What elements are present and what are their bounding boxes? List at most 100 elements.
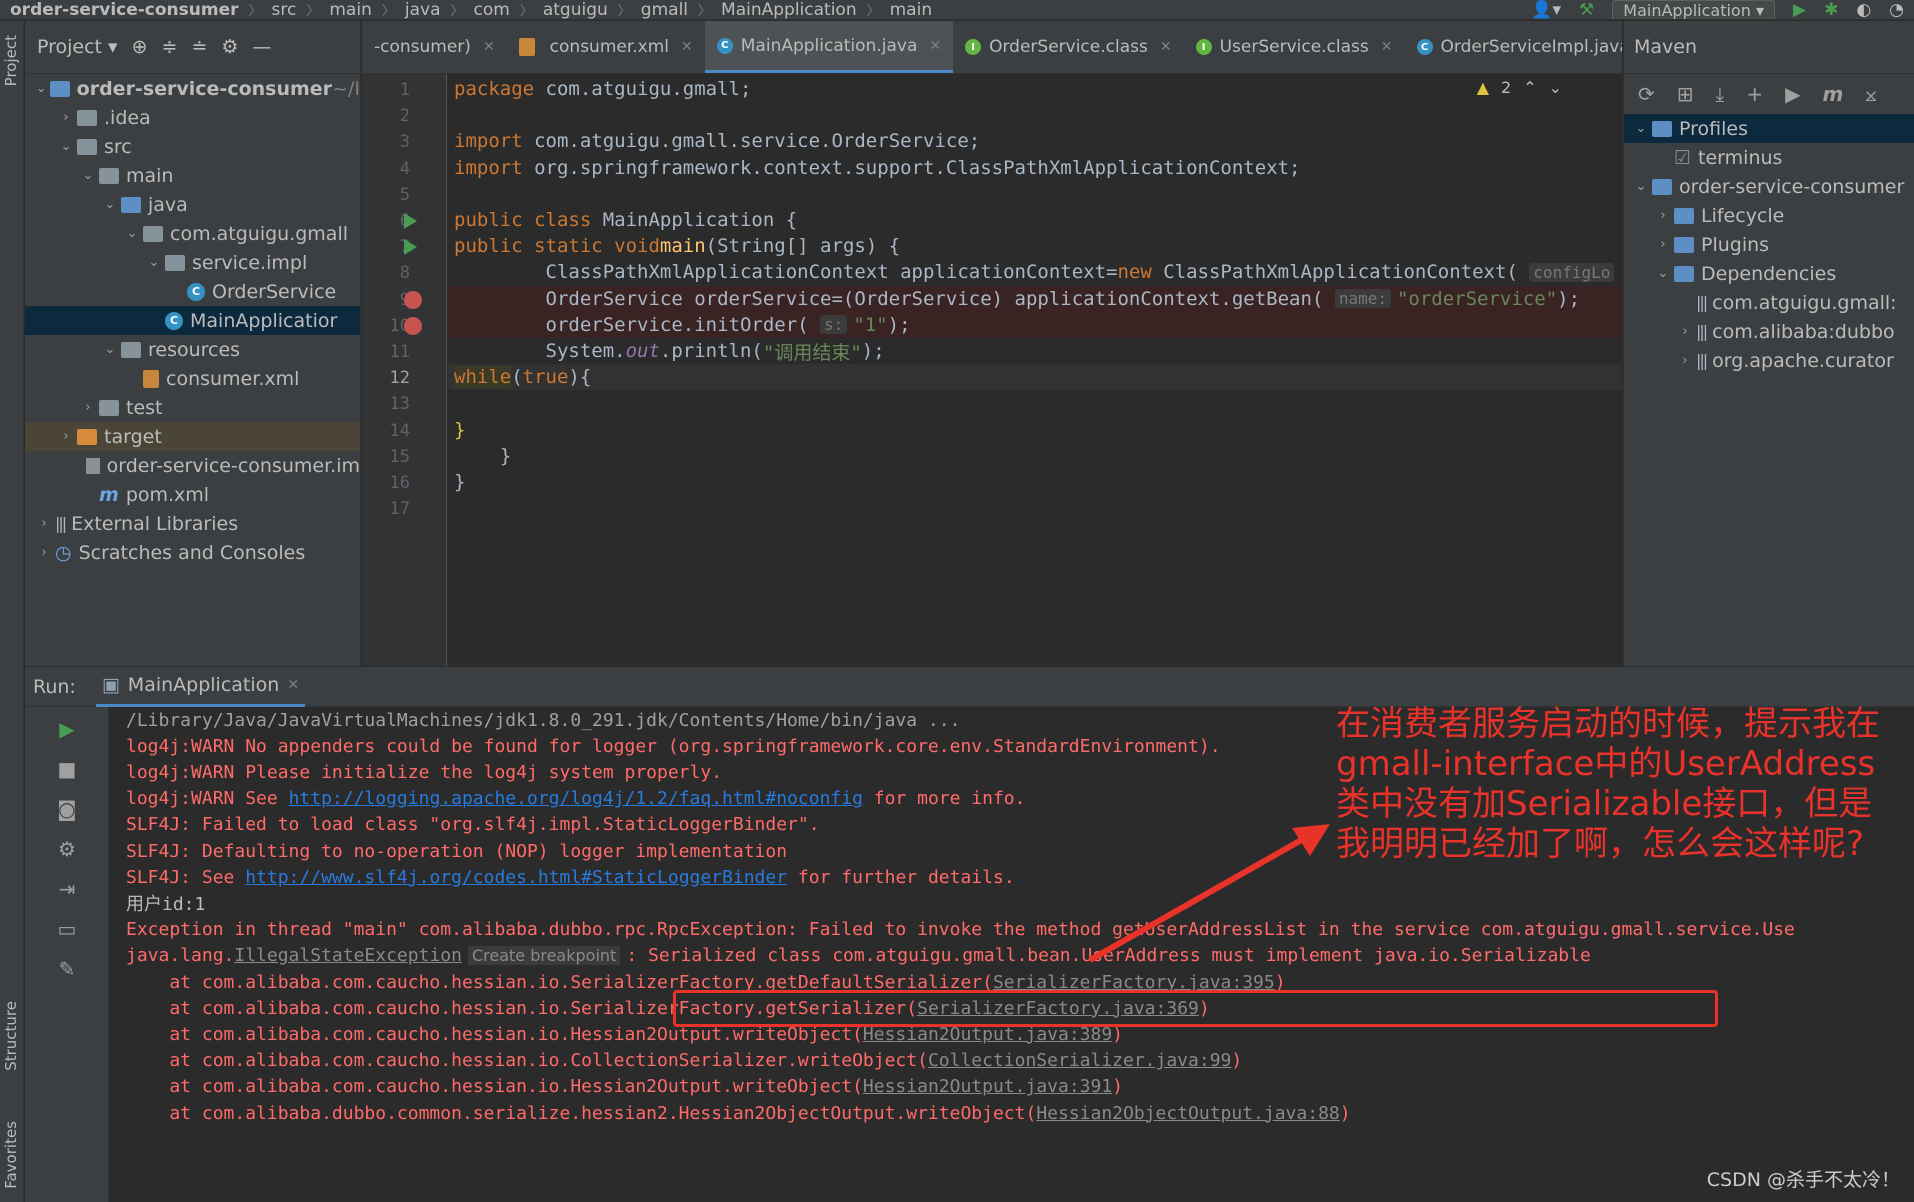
chevron-down-icon[interactable]: ⌄ xyxy=(1630,179,1652,194)
maven-tree-item[interactable]: › ||| com.alibaba:dubbo xyxy=(1624,317,1914,346)
favorites-tool-tab[interactable]: Favorites xyxy=(2,1121,20,1189)
maven-tree-item[interactable]: ☑ terminus xyxy=(1624,143,1914,172)
chevron-right-icon[interactable]: › xyxy=(1652,208,1674,223)
tree-item[interactable]: › ◷ Scratches and Consoles xyxy=(25,538,360,567)
tree-item[interactable]: ⌄ src xyxy=(25,132,360,161)
chevron-right-icon[interactable]: › xyxy=(33,545,55,560)
breadcrumb-item[interactable]: order-service-consumer xyxy=(10,0,239,19)
chevron-down-icon[interactable]: ⌄ xyxy=(1630,121,1652,136)
add-folder-icon[interactable]: ⊞ xyxy=(1677,82,1694,106)
checkbox-icon[interactable]: ☑ xyxy=(1674,147,1691,169)
chevron-down-icon[interactable]: ⌄ xyxy=(143,255,165,270)
close-icon[interactable]: ✕ xyxy=(287,677,299,693)
gear-icon[interactable]: ⚙ xyxy=(221,36,238,58)
build-icon[interactable]: ⚒ xyxy=(1579,0,1594,19)
chevron-right-icon[interactable]: › xyxy=(77,400,99,415)
tree-item[interactable]: › test xyxy=(25,393,360,422)
tree-item[interactable]: › target xyxy=(25,422,360,451)
breadcrumb-item[interactable]: atguigu xyxy=(543,0,608,19)
stop-icon[interactable]: ■ xyxy=(25,757,109,781)
run-tab[interactable]: ▣ MainApplication ✕ xyxy=(95,667,306,707)
editor-tab[interactable]: COrderServiceImpl.java✕ xyxy=(1405,21,1622,73)
chevron-down-icon[interactable]: ⌄ xyxy=(99,342,121,357)
tree-item[interactable]: ⌄ order-service-consumer ~/I xyxy=(25,74,360,103)
chevron-down-icon[interactable]: ⌄ xyxy=(121,226,143,241)
chevron-right-icon[interactable]: › xyxy=(55,429,77,444)
pin-icon[interactable]: ✎ xyxy=(25,957,109,981)
collapse-all-icon[interactable]: ≐ xyxy=(191,36,207,58)
close-icon[interactable]: ✕ xyxy=(681,39,693,55)
chevron-right-icon[interactable]: › xyxy=(1652,237,1674,252)
close-icon[interactable]: ✕ xyxy=(483,39,495,55)
run-configuration-selector[interactable]: MainApplication ▾ xyxy=(1612,0,1775,19)
editor-tab[interactable]: I UserService.class ✕ xyxy=(1184,21,1405,73)
layout-icon[interactable]: ▭ xyxy=(25,917,109,941)
settings-icon[interactable]: ⚙ xyxy=(25,837,109,861)
maven-tree-item[interactable]: ||| com.atguigu.gmall: xyxy=(1624,288,1914,317)
chevron-right-icon[interactable]: › xyxy=(55,110,77,125)
locate-icon[interactable]: ⊕ xyxy=(132,36,148,58)
editor-tab[interactable]: consumer.xml ✕ xyxy=(507,21,705,73)
breadcrumb-item[interactable]: src xyxy=(272,0,297,19)
tree-item[interactable]: ⌄ service.impl xyxy=(25,248,360,277)
chevron-down-icon[interactable]: ⌄ xyxy=(77,168,99,183)
coverage-icon[interactable]: ◐ xyxy=(1856,0,1871,19)
project-tool-tab[interactable]: Project xyxy=(2,35,20,86)
tree-item[interactable]: C MainApplicatior xyxy=(25,306,360,335)
maven-goal-icon[interactable]: m xyxy=(1823,82,1844,106)
run-gutter-icon[interactable] xyxy=(404,239,417,256)
chevron-down-icon[interactable]: ⌄ xyxy=(99,197,121,212)
editor-gutter[interactable]: 1234567891011121314151617 xyxy=(362,74,447,666)
tree-item[interactable]: ⌄ com.atguigu.gmall xyxy=(25,219,360,248)
run-gutter-icon[interactable] xyxy=(404,213,417,229)
download-icon[interactable]: ⤓ xyxy=(1716,82,1725,106)
rerun-icon[interactable]: ▶ xyxy=(25,717,109,741)
structure-tool-tab[interactable]: Structure xyxy=(2,1001,20,1071)
chevron-down-icon[interactable]: ⌄ xyxy=(1652,266,1674,281)
maven-tree-item[interactable]: ⌄ Profiles xyxy=(1624,114,1914,143)
tree-item[interactable]: › ||| External Libraries xyxy=(25,509,360,538)
chevron-right-icon[interactable]: › xyxy=(1674,353,1696,368)
close-icon[interactable]: ✕ xyxy=(1160,39,1172,55)
maven-tree-item[interactable]: ⌄ Dependencies xyxy=(1624,259,1914,288)
editor-tab[interactable]: I OrderService.class ✕ xyxy=(953,21,1183,73)
tree-item[interactable]: ⌄ java xyxy=(25,190,360,219)
reload-icon[interactable]: ⟳ xyxy=(1638,82,1655,106)
breadcrumb-item[interactable]: java xyxy=(405,0,441,19)
hide-icon[interactable]: — xyxy=(252,36,271,58)
breakpoint-icon[interactable] xyxy=(404,290,422,309)
breadcrumb-item[interactable]: MainApplication xyxy=(721,0,857,19)
chevron-right-icon[interactable]: › xyxy=(1674,324,1696,339)
camera-icon[interactable]: ◙ xyxy=(25,797,109,821)
run-icon[interactable]: ▶ xyxy=(1793,0,1806,19)
project-view-selector[interactable]: Project ▾ xyxy=(37,36,118,58)
tree-item[interactable]: › .idea xyxy=(25,103,360,132)
profile-icon[interactable]: ◔ xyxy=(1889,0,1904,19)
add-icon[interactable]: + xyxy=(1746,82,1763,106)
expand-all-icon[interactable]: ≑ xyxy=(162,36,178,58)
debug-icon[interactable]: ✱ xyxy=(1824,0,1838,19)
editor-tab[interactable]: -consumer) ✕ xyxy=(362,21,507,73)
exit-icon[interactable]: ⇥ xyxy=(25,877,109,901)
breadcrumb-item[interactable]: com xyxy=(474,0,510,19)
close-icon[interactable]: ✕ xyxy=(929,38,941,54)
editor-tab[interactable]: C MainApplication.java ✕ xyxy=(704,21,954,73)
chevron-right-icon[interactable]: › xyxy=(33,516,55,531)
breadcrumb-item[interactable]: gmall xyxy=(641,0,688,19)
close-icon[interactable]: ✕ xyxy=(1381,39,1393,55)
tree-item[interactable]: m pom.xml xyxy=(25,480,360,509)
tree-item[interactable]: consumer.xml xyxy=(25,364,360,393)
breakpoint-icon[interactable] xyxy=(404,316,422,335)
maven-tree-item[interactable]: › Lifecycle xyxy=(1624,201,1914,230)
chevron-down-icon[interactable]: ⌄ xyxy=(33,81,50,96)
tree-item[interactable]: C OrderService xyxy=(25,277,360,306)
user-icon[interactable]: 👤▾ xyxy=(1531,0,1561,19)
tree-item[interactable]: order-service-consumer.im xyxy=(25,451,360,480)
maven-tree-item[interactable]: › Plugins xyxy=(1624,230,1914,259)
tree-item[interactable]: ⌄ resources xyxy=(25,335,360,364)
maven-tree-item[interactable]: ⌄ order-service-consumer xyxy=(1624,172,1914,201)
toggle-offline-icon[interactable]: ⨲ xyxy=(1865,82,1876,106)
run-icon[interactable]: ▶ xyxy=(1785,82,1800,106)
maven-tree-item[interactable]: › ||| org.apache.curator xyxy=(1624,346,1914,375)
tree-item[interactable]: ⌄ main xyxy=(25,161,360,190)
